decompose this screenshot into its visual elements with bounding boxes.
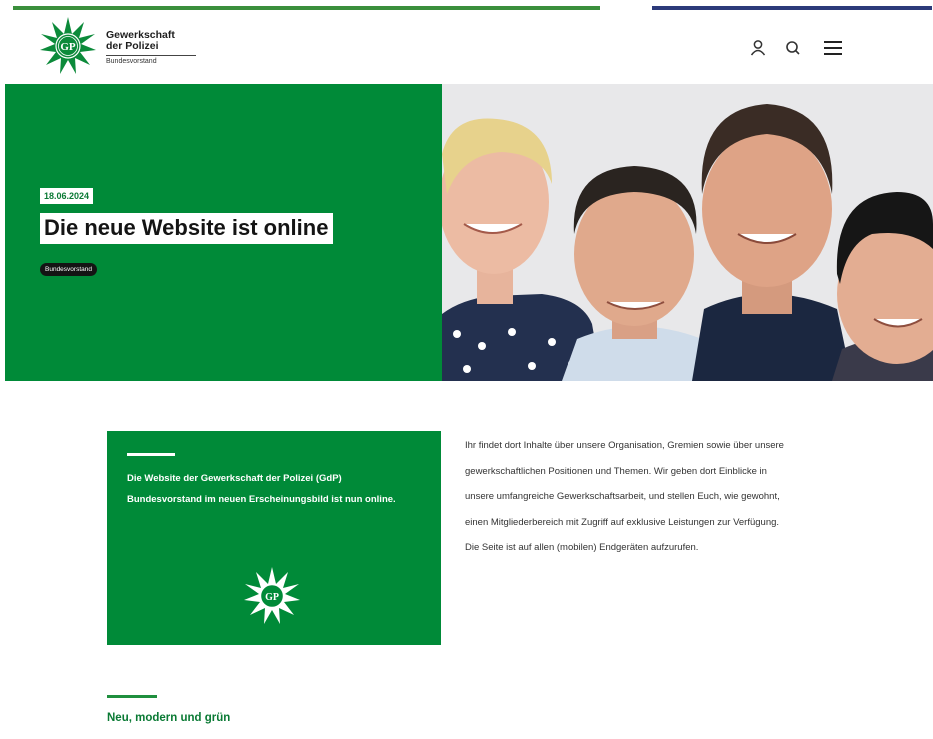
intro-box-divider <box>127 453 175 456</box>
intro-box: Die Website der Gewerkschaft der Polizei… <box>107 431 441 645</box>
intro-body-text: Ihr findet dort Inhalte über unsere Orga… <box>465 440 784 553</box>
hero-title: Die neue Website ist online <box>40 213 334 244</box>
gdp-star-icon: GP <box>244 567 300 624</box>
section-title: Neu, modern und grün <box>107 712 231 724</box>
menu-icon[interactable] <box>823 38 843 58</box>
gdp-star-logo[interactable]: GP <box>38 16 98 76</box>
brand-divider <box>106 55 196 56</box>
search-icon[interactable] <box>783 38 803 58</box>
user-icon[interactable] <box>748 38 768 58</box>
svg-text:GP: GP <box>265 592 279 603</box>
brand-subtitle: Bundesvorstand <box>106 58 157 65</box>
svg-text:GP: GP <box>60 41 76 53</box>
site-header: GP Gewerkschaft der Polizei Bundesvorsta… <box>0 10 933 84</box>
brand-name: Gewerkschaft der Polizei Bundesvorstand <box>106 30 206 65</box>
category-tag[interactable]: Bundesvorstand <box>40 263 97 276</box>
section-divider <box>107 695 157 698</box>
hero-date: 18.06.2024 <box>40 188 94 204</box>
intro-box-text: Die Website der Gewerkschaft der Polizei… <box>127 473 396 505</box>
brand-line2: der Polizei <box>106 40 159 52</box>
hero-team-photo <box>442 84 933 381</box>
